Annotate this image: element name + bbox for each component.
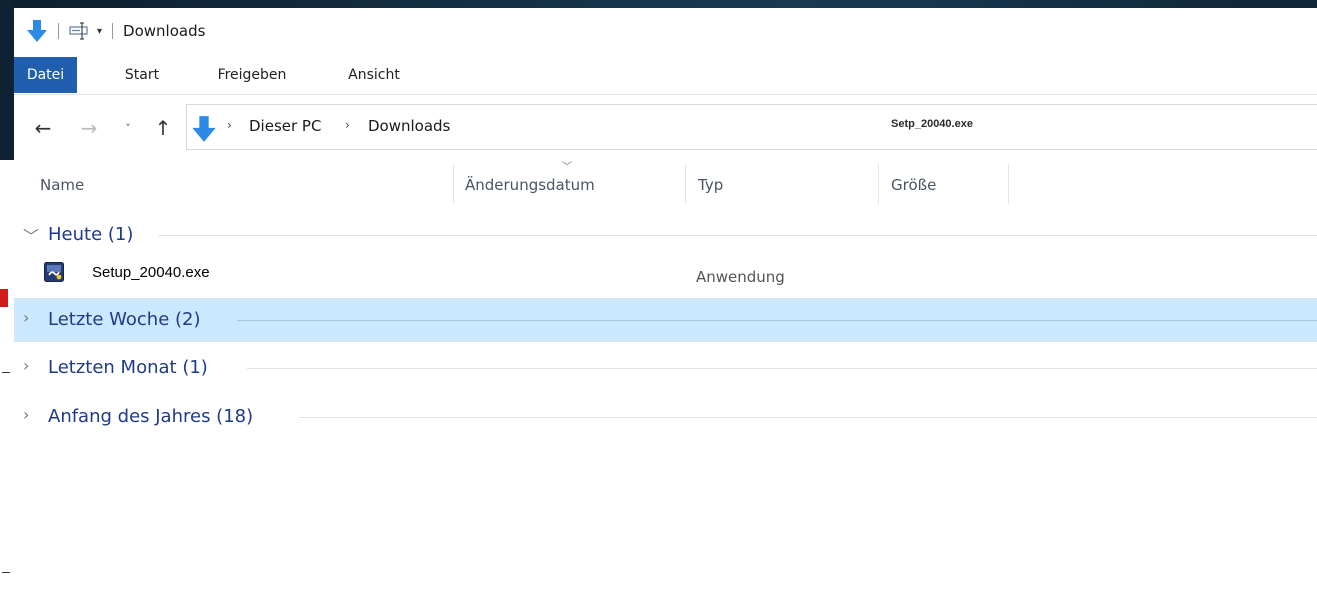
group-anfang-des-jahres[interactable]: › Anfang des Jahres (18)	[14, 395, 1317, 439]
desktop-partial-red-element	[0, 289, 8, 307]
title-bar: ▾ Downloads	[14, 8, 1317, 54]
downloads-folder-icon[interactable]	[26, 19, 48, 43]
sort-descending-icon: ﹀	[562, 162, 572, 173]
chevron-right-icon[interactable]: ›	[23, 356, 29, 375]
column-divider[interactable]	[878, 164, 879, 204]
overlay-filename-label: Setp_20040.exe	[891, 118, 973, 130]
toolbar-separator	[58, 23, 59, 39]
breadcrumb-chevron-icon[interactable]: ›	[345, 118, 350, 132]
column-divider[interactable]	[1008, 164, 1009, 204]
file-type: Anwendung	[696, 268, 785, 286]
properties-icon[interactable]	[69, 22, 89, 40]
desktop-background	[0, 0, 14, 598]
group-divider-line	[158, 235, 1317, 236]
column-header-name[interactable]: Name	[40, 176, 84, 194]
ribbon-tab-bar: Datei Start Freigeben Ansicht	[14, 54, 1317, 95]
forward-arrow-icon[interactable]: →	[76, 116, 102, 140]
group-title[interactable]: Letzte Woche (2)	[48, 309, 211, 330]
tab-start[interactable]: Start	[114, 57, 170, 93]
breadcrumb-chevron-icon[interactable]: ›	[227, 118, 232, 132]
desktop-wallpaper-strip	[0, 0, 14, 160]
back-arrow-icon[interactable]: ←	[30, 116, 56, 140]
window-title: Downloads	[123, 22, 206, 40]
tab-freigeben[interactable]: Freigeben	[202, 57, 302, 93]
column-header-date[interactable]: Änderungsdatum	[465, 176, 595, 194]
group-letzten-monat[interactable]: › Letzten Monat (1)	[14, 346, 1317, 390]
group-divider-line	[299, 417, 1317, 418]
breadcrumb-dieser-pc[interactable]: Dieser PC	[249, 117, 321, 135]
group-letzte-woche[interactable]: › Letzte Woche (2)	[14, 298, 1317, 342]
group-title[interactable]: Anfang des Jahres (18)	[48, 406, 263, 427]
group-title[interactable]: Letzten Monat (1)	[48, 357, 218, 378]
customize-toolbar-dropdown-icon[interactable]: ▾	[97, 26, 102, 37]
file-name[interactable]: Setup_20040.exe	[92, 264, 210, 281]
tab-ansicht[interactable]: Ansicht	[334, 57, 414, 93]
column-divider[interactable]	[453, 164, 454, 204]
address-bar[interactable]: › Dieser PC › Downloads Setp_20040.exe	[186, 104, 1317, 150]
downloads-folder-icon	[191, 115, 217, 147]
breadcrumb-downloads[interactable]: Downloads	[368, 117, 450, 135]
column-header-type[interactable]: Typ	[698, 176, 723, 194]
column-divider[interactable]	[685, 164, 686, 204]
chevron-right-icon[interactable]: ›	[23, 308, 29, 327]
column-header-size[interactable]: Größe	[891, 176, 936, 194]
chevron-down-icon[interactable]: ﹀	[23, 223, 39, 247]
recent-locations-chevron-icon[interactable]: ˅	[118, 116, 138, 140]
column-header-row: ﹀ Name Änderungsdatum Typ Größe	[14, 156, 1317, 208]
navigation-bar: ← → ˅ ↑ › Dieser PC › Downloads Setp_200…	[14, 102, 1317, 154]
chevron-right-icon[interactable]: ›	[23, 405, 29, 424]
toolbar-separator	[112, 23, 114, 39]
tab-datei[interactable]: Datei	[14, 57, 77, 93]
installer-icon	[44, 262, 64, 287]
group-title[interactable]: Heute (1)	[48, 224, 143, 245]
desktop-partial-mark	[2, 572, 10, 573]
explorer-window: ▾ Downloads Datei Start Freigeben Ansich…	[14, 0, 1317, 598]
window-top-edge	[14, 0, 1317, 8]
group-divider-line	[247, 368, 1317, 369]
desktop-partial-mark	[2, 372, 10, 373]
file-row[interactable]: Setup_20040.exe Anwendung	[14, 254, 1317, 296]
group-divider-line	[237, 320, 1317, 321]
up-arrow-icon[interactable]: ↑	[150, 116, 176, 140]
group-heute[interactable]: ﹀ Heute (1)	[14, 213, 1317, 257]
